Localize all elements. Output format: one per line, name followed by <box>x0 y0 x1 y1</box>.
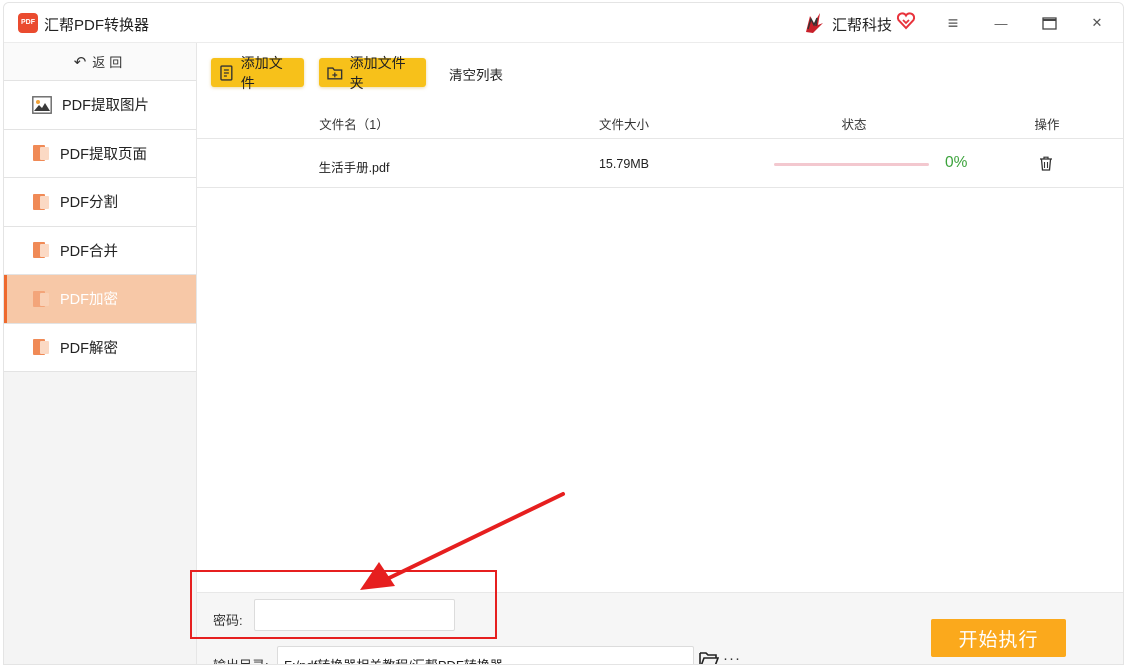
add-folder-label: 添加文件夹 <box>349 54 406 91</box>
sidebar-item-extract-images[interactable]: PDF提取图片 <box>4 81 196 130</box>
app-title: 汇帮PDF转换器 <box>44 17 150 34</box>
brand-logo-icon <box>806 13 823 33</box>
column-header-filesize: 文件大小 <box>598 118 650 132</box>
sidebar-item-label: PDF解密 <box>60 340 118 357</box>
pdf-doc-icon <box>33 145 49 162</box>
back-arrow-icon: ↶ <box>73 53 87 71</box>
progress-bar <box>774 163 929 166</box>
start-button[interactable]: 开始执行 <box>931 619 1066 657</box>
password-label: 密码: <box>213 613 243 628</box>
add-file-icon <box>220 64 233 81</box>
sidebar-item-decrypt[interactable]: PDF解密 <box>4 323 196 372</box>
sidebar: ↶ 返回 PDF提取图片 PDF提取页面 PDF分割 PDF合并 PDF加密 P… <box>4 43 197 664</box>
add-file-label: 添加文件 <box>240 54 283 91</box>
sidebar-item-label: PDF分割 <box>60 195 118 212</box>
file-size: 15.79MB <box>598 157 650 171</box>
add-folder-icon <box>327 66 343 80</box>
app-window: PDF 汇帮PDF转换器 汇帮科技 ≡ — ✕ ↶ 返回 PDF提取图片 PDF… <box>3 2 1124 665</box>
menu-button[interactable]: ≡ <box>938 9 968 37</box>
vip-heart-icon[interactable] <box>896 11 916 31</box>
add-folder-button[interactable]: 添加文件夹 <box>319 55 426 91</box>
pdf-doc-icon <box>33 242 49 259</box>
file-name: 生活手册.pdf <box>318 161 390 175</box>
minimize-button[interactable]: — <box>986 9 1016 37</box>
column-header-actions: 操作 <box>1034 118 1060 132</box>
back-label: 返回 <box>92 55 127 70</box>
back-button[interactable]: ↶ 返回 <box>4 43 196 81</box>
toolbar: 添加文件 添加文件夹 清空列表 <box>197 43 1123 101</box>
sidebar-item-label: PDF提取图片 <box>62 98 149 115</box>
pdf-doc-icon <box>33 193 49 210</box>
table-row[interactable]: 生活手册.pdf 15.79MB 0% <box>197 140 1123 188</box>
sidebar-item-encrypt[interactable]: PDF加密 <box>4 275 196 324</box>
output-dir-field[interactable]: F:/pdf转换器相关教程/汇帮PDF转换器 <box>277 646 694 664</box>
app-logo-icon: PDF <box>18 13 38 33</box>
sidebar-item-merge[interactable]: PDF合并 <box>4 226 196 275</box>
folder-open-icon[interactable] <box>699 651 719 665</box>
output-dir-label: 输出目录: <box>213 655 269 664</box>
pdf-doc-icon <box>33 290 49 307</box>
options-panel: 密码: 输出目录: F:/pdf转换器相关教程/汇帮PDF转换器 ··· 开始执… <box>197 592 1123 664</box>
more-options-icon[interactable]: ··· <box>723 650 741 664</box>
password-input[interactable] <box>254 599 455 631</box>
sidebar-item-label: PDF合并 <box>60 243 118 260</box>
close-button[interactable]: ✕ <box>1082 9 1112 37</box>
trash-icon[interactable] <box>1039 156 1053 171</box>
column-header-filename: 文件名（1） <box>319 118 389 132</box>
progress-percent: 0% <box>945 154 968 171</box>
maximize-icon <box>1041 16 1057 30</box>
table-header: 文件名（1） 文件大小 状态 操作 <box>197 101 1123 139</box>
sidebar-item-label: PDF加密 <box>60 292 118 309</box>
brand-name: 汇帮科技 <box>832 17 893 34</box>
title-bar: PDF 汇帮PDF转换器 汇帮科技 ≡ — ✕ <box>4 3 1123 43</box>
sidebar-item-label: PDF提取页面 <box>60 146 147 163</box>
column-header-status: 状态 <box>841 118 867 132</box>
main-panel: 添加文件 添加文件夹 清空列表 文件名（1） 文件大小 状态 操作 生活手册.p… <box>197 43 1123 664</box>
sidebar-item-extract-pages[interactable]: PDF提取页面 <box>4 129 196 178</box>
pdf-doc-icon <box>33 339 49 356</box>
clear-list-button[interactable]: 清空列表 <box>449 64 503 84</box>
sidebar-item-split[interactable]: PDF分割 <box>4 178 196 227</box>
add-file-button[interactable]: 添加文件 <box>211 55 304 91</box>
image-icon <box>32 95 52 114</box>
maximize-button[interactable] <box>1034 9 1064 37</box>
